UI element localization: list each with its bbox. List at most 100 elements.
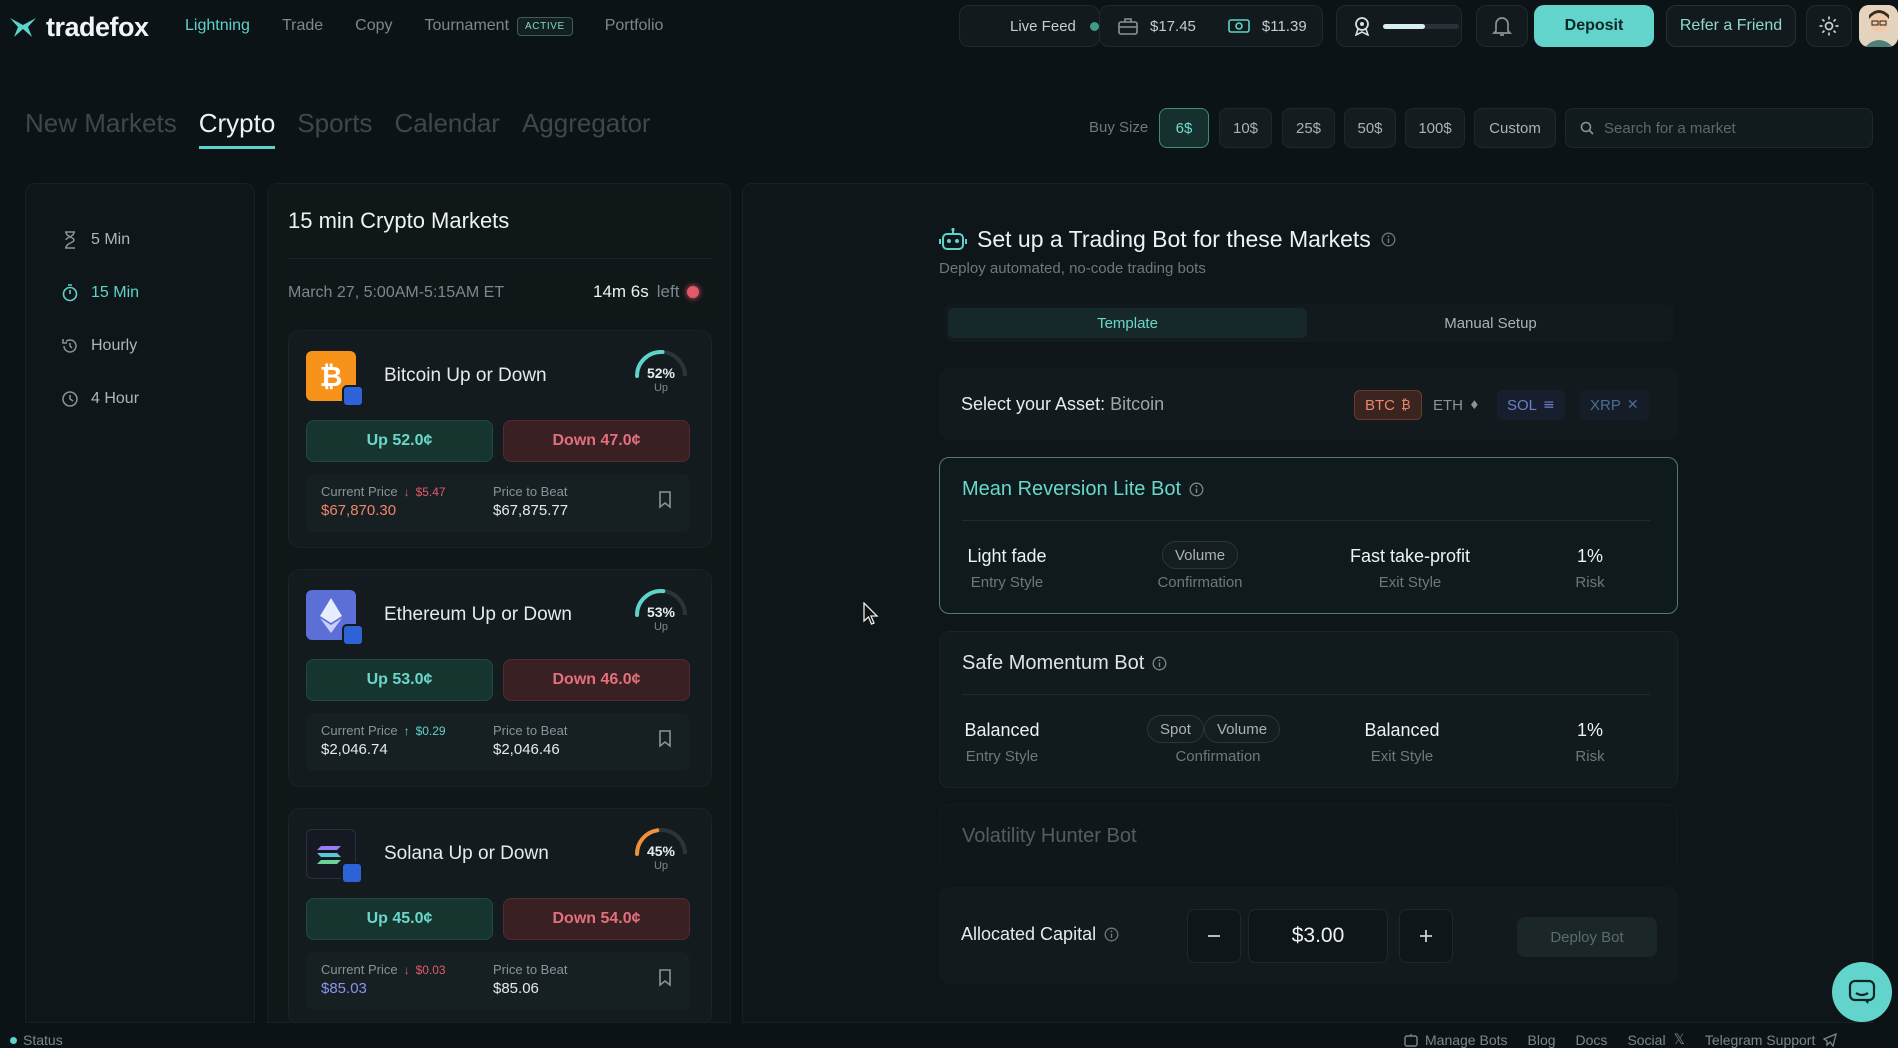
decrement-button[interactable] — [1187, 909, 1241, 963]
risk-label: Risk — [1575, 748, 1605, 765]
nav-trade[interactable]: Trade — [282, 17, 323, 35]
current-price-label: Current Price — [321, 962, 398, 977]
buy-size-label: Buy Size — [1089, 119, 1149, 136]
blog-link[interactable]: Blog — [1528, 1032, 1556, 1048]
buy-down-button[interactable]: Down 54.0¢ — [503, 898, 690, 940]
bot-template-volatility-hunter[interactable]: Volatility Hunter Bot — [939, 804, 1678, 864]
nav-copy[interactable]: Copy — [355, 17, 392, 35]
increment-button[interactable] — [1399, 909, 1453, 963]
asset-chip-sol[interactable]: SOL ≡ — [1497, 390, 1565, 420]
exit-style-value: Balanced — [1364, 720, 1440, 740]
tab-aggregator[interactable]: Aggregator — [522, 108, 651, 139]
tab-calendar[interactable]: Calendar — [394, 108, 500, 139]
status-label: Status — [23, 1032, 63, 1048]
asset-chip-btc[interactable]: BTC ₿ — [1354, 390, 1422, 420]
tab-new-markets[interactable]: New Markets — [25, 108, 177, 139]
asset-prompt: Select your Asset: — [961, 394, 1106, 414]
manage-bots-link[interactable]: Manage Bots — [1403, 1032, 1508, 1048]
social-link[interactable]: Social 𝕏 — [1627, 1032, 1684, 1048]
chat-support-button[interactable] — [1832, 962, 1892, 1022]
size-100-button[interactable]: 100$ — [1405, 108, 1465, 148]
info-icon[interactable] — [1381, 232, 1396, 247]
live-dot-icon — [1089, 21, 1099, 31]
nav-tournament[interactable]: Tournament ACTIVE — [425, 16, 573, 36]
telegram-support-link[interactable]: Telegram Support — [1705, 1032, 1838, 1048]
bell-icon — [1492, 17, 1512, 36]
briefcase-icon — [1118, 18, 1138, 35]
deposit-button[interactable]: Deposit — [1534, 5, 1654, 47]
balances[interactable]: $17.45 $11.39 — [1099, 5, 1323, 47]
tab-template[interactable]: Template — [948, 308, 1307, 338]
gauge-percent: 53% — [646, 604, 676, 620]
bookmark-icon[interactable] — [658, 491, 672, 509]
market-card-solana[interactable]: Solana Up or Down 45% Up Up 45.0¢ Down 5… — [288, 808, 712, 1022]
robot-icon — [1404, 1034, 1418, 1047]
current-price-label: Current Price — [321, 723, 398, 738]
notifications-button[interactable] — [1476, 5, 1528, 47]
size-10-button[interactable]: 10$ — [1219, 108, 1272, 148]
duration-label: Hourly — [91, 337, 138, 354]
settings-button[interactable] — [1806, 5, 1852, 47]
size-50-button[interactable]: 50$ — [1344, 108, 1396, 148]
divider — [962, 520, 1650, 521]
deploy-bot-button[interactable]: Deploy Bot — [1517, 917, 1657, 957]
docs-link[interactable]: Docs — [1576, 1032, 1608, 1048]
level-progress[interactable] — [1336, 5, 1462, 47]
tab-crypto[interactable]: Crypto — [198, 108, 275, 149]
info-icon[interactable] — [1189, 482, 1204, 497]
arrow-down-icon: ↓ — [403, 484, 410, 499]
buy-down-button[interactable]: Down 47.0¢ — [503, 420, 690, 462]
buy-up-button[interactable]: Up 45.0¢ — [306, 898, 493, 940]
bookmark-icon[interactable] — [658, 969, 672, 987]
market-card-ethereum[interactable]: Ethereum Up or Down 53% Up Up 53.0¢ Down… — [288, 569, 712, 787]
top-nav: tradefox Lightning Trade Copy Tournament… — [0, 0, 1898, 52]
info-icon[interactable] — [1152, 656, 1167, 671]
refer-friend-button[interactable]: Refer a Friend — [1666, 5, 1796, 47]
current-price-label: Current Price — [321, 484, 398, 499]
price-to-beat-label: Price to Beat — [493, 962, 568, 977]
size-25-button[interactable]: 25$ — [1282, 108, 1335, 148]
chainlink-badge-icon — [342, 624, 364, 646]
bookmark-icon[interactable] — [658, 730, 672, 748]
duration-15min[interactable]: 15 Min — [61, 267, 139, 319]
medal-icon — [1354, 17, 1370, 36]
info-icon[interactable] — [1104, 927, 1119, 942]
duration-hourly[interactable]: Hourly — [61, 320, 137, 372]
avatar[interactable] — [1859, 5, 1898, 47]
chainlink-badge-icon — [341, 862, 363, 884]
logo[interactable]: tradefox — [8, 12, 149, 43]
bot-template-safe-momentum[interactable]: Safe Momentum Bot Balanced Entry Style S… — [939, 631, 1678, 788]
gauge-label: Up — [653, 382, 669, 394]
duration-4hour[interactable]: 4 Hour — [61, 373, 139, 425]
nav-portfolio[interactable]: Portfolio — [605, 17, 664, 35]
tab-sports[interactable]: Sports — [297, 108, 372, 139]
entry-style-label: Entry Style — [970, 574, 1044, 591]
nav-lightning[interactable]: Lightning — [185, 17, 250, 35]
gauge-percent: 45% — [646, 843, 676, 859]
capital-input[interactable]: $3.00 — [1248, 909, 1388, 963]
entry-style-value: Balanced — [964, 720, 1040, 740]
bot-setup-panel: Set up a Trading Bot for these Markets D… — [742, 183, 1873, 1023]
minus-icon — [1208, 935, 1220, 937]
status-link[interactable]: Status — [10, 1032, 63, 1048]
buy-up-button[interactable]: Up 53.0¢ — [306, 659, 493, 701]
live-feed-button[interactable]: Live Feed — [959, 5, 1100, 47]
search-input[interactable] — [1604, 119, 1844, 137]
asset-label: Select your Asset: Bitcoin — [961, 394, 1164, 415]
market-name: Ethereum Up or Down — [384, 604, 572, 625]
buy-down-button[interactable]: Down 46.0¢ — [503, 659, 690, 701]
size-6-button[interactable]: 6$ — [1159, 108, 1209, 148]
tab-manual-setup[interactable]: Manual Setup — [1311, 308, 1670, 338]
duration-5min[interactable]: 5 Min — [61, 214, 130, 266]
market-card-bitcoin[interactable]: ₿ Bitcoin Up or Down 52% Up Up 52.0¢ Dow… — [288, 330, 712, 548]
asset-chip-xrp[interactable]: XRP ✕ — [1580, 390, 1649, 420]
asset-chip-eth[interactable]: ETH ♦ — [1423, 390, 1490, 420]
size-custom-button[interactable]: Custom — [1474, 108, 1556, 148]
buy-up-button[interactable]: Up 52.0¢ — [306, 420, 493, 462]
solana-icon: ≡ — [1543, 397, 1555, 413]
time-left-label: left — [656, 282, 680, 301]
market-search[interactable] — [1565, 108, 1873, 148]
duration-label: 5 Min — [91, 231, 131, 248]
bot-template-mean-reversion[interactable]: Mean Reversion Lite Bot Light fade Entry… — [939, 457, 1678, 614]
ethereum-icon: ♦ — [1469, 398, 1480, 412]
